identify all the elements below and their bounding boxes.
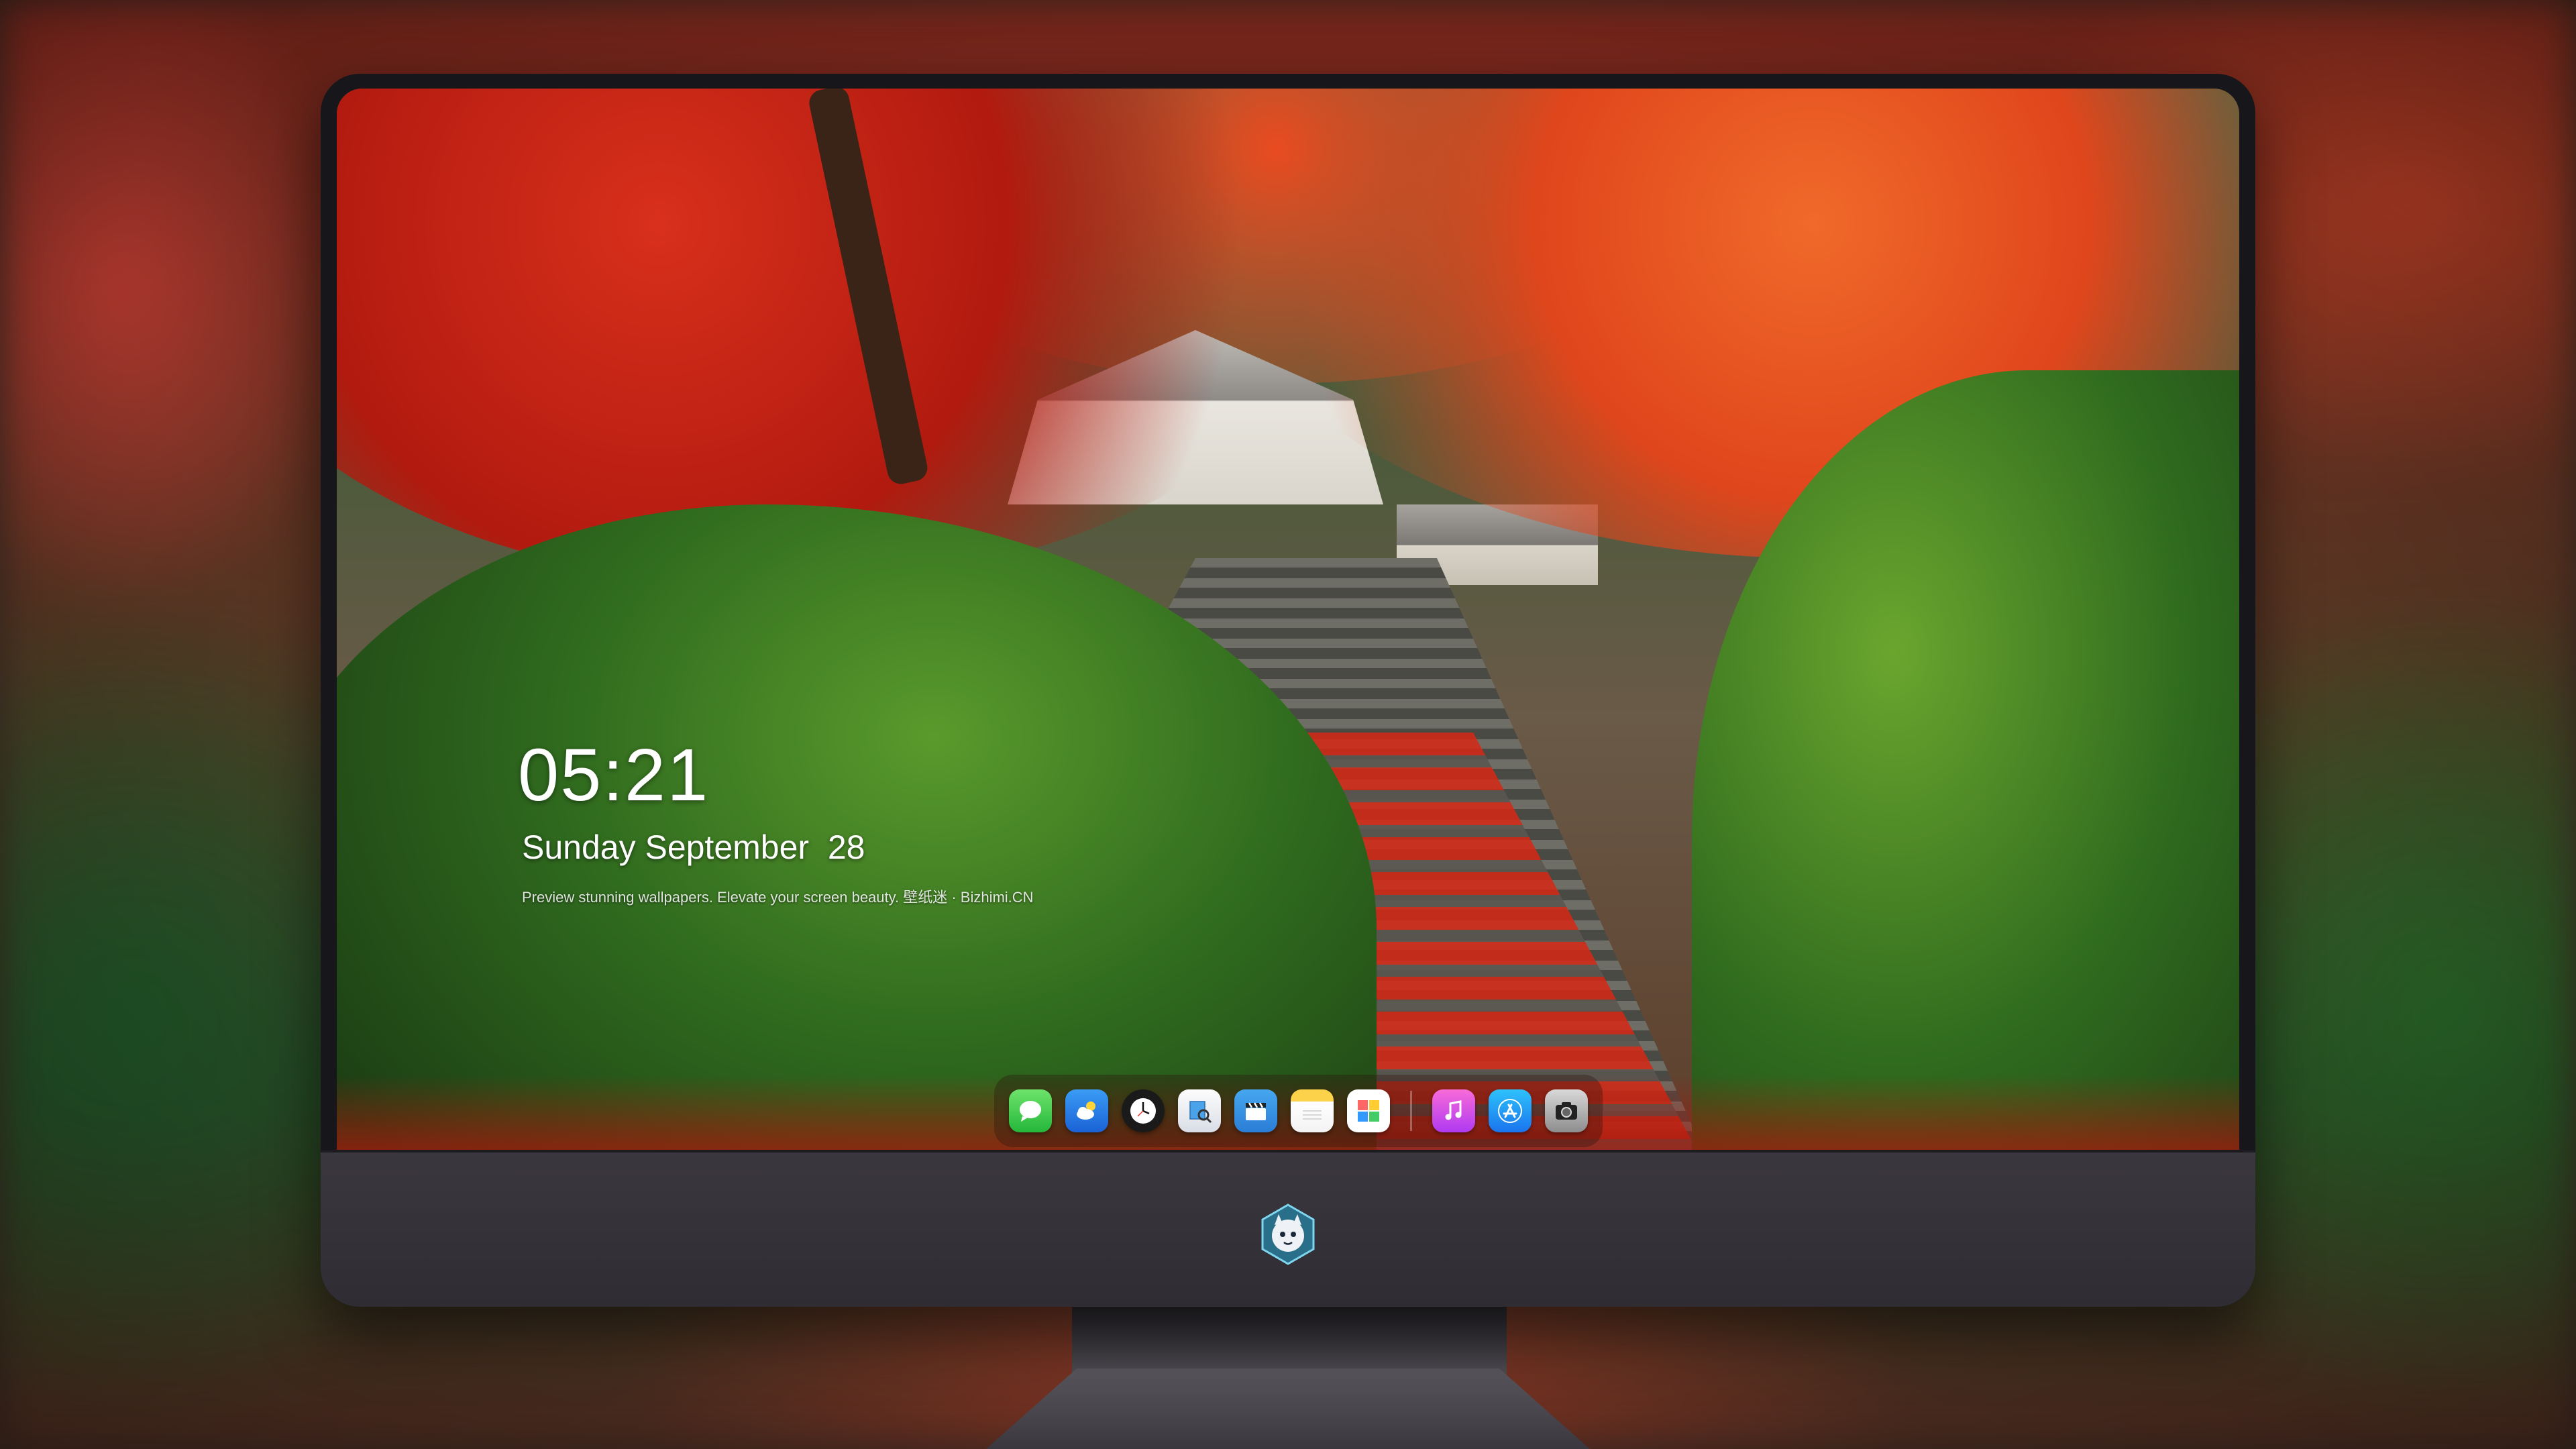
dock-app-weather[interactable] bbox=[1065, 1089, 1108, 1132]
notes-icon bbox=[1303, 1110, 1322, 1120]
dock-app-photos[interactable] bbox=[1347, 1089, 1390, 1132]
dock-app-preview[interactable] bbox=[1178, 1089, 1221, 1132]
clapperboard-icon bbox=[1246, 1102, 1266, 1120]
lock-screen-time: 05:21 bbox=[518, 734, 710, 816]
photos-icon bbox=[1358, 1100, 1379, 1122]
music-icon bbox=[1445, 1100, 1462, 1120]
messages-icon bbox=[1020, 1101, 1041, 1122]
lock-screen[interactable]: 05:21 Sunday September 28 Preview stunni… bbox=[337, 89, 2239, 1229]
weather-icon bbox=[1077, 1102, 1095, 1120]
monitor-stand-base bbox=[986, 1368, 1590, 1449]
wallpaper-caption: Preview stunning wallpapers. Elevate you… bbox=[522, 889, 1034, 906]
dock-app-notes[interactable] bbox=[1291, 1089, 1334, 1132]
dock-app-messages[interactable] bbox=[1009, 1089, 1052, 1132]
dock-app-camera[interactable] bbox=[1545, 1089, 1588, 1132]
dock-separator bbox=[1410, 1091, 1412, 1131]
app-store-icon bbox=[1498, 1099, 1522, 1123]
lock-screen-date: Sunday September 28 bbox=[522, 828, 865, 866]
dock-app-clock[interactable] bbox=[1122, 1089, 1165, 1132]
camera-icon bbox=[1556, 1102, 1577, 1120]
dock-app-clips[interactable] bbox=[1234, 1089, 1277, 1132]
clock-icon bbox=[1130, 1098, 1156, 1124]
preview-icon bbox=[1189, 1101, 1212, 1124]
monitor: 05:21 Sunday September 28 Preview stunni… bbox=[321, 74, 2255, 1307]
monitor-chin bbox=[321, 1150, 2255, 1307]
mascot-logo-icon bbox=[1261, 1203, 1315, 1265]
dock-app-app-store[interactable] bbox=[1489, 1089, 1532, 1132]
dock-app-music[interactable] bbox=[1432, 1089, 1475, 1132]
dock bbox=[994, 1075, 1603, 1147]
